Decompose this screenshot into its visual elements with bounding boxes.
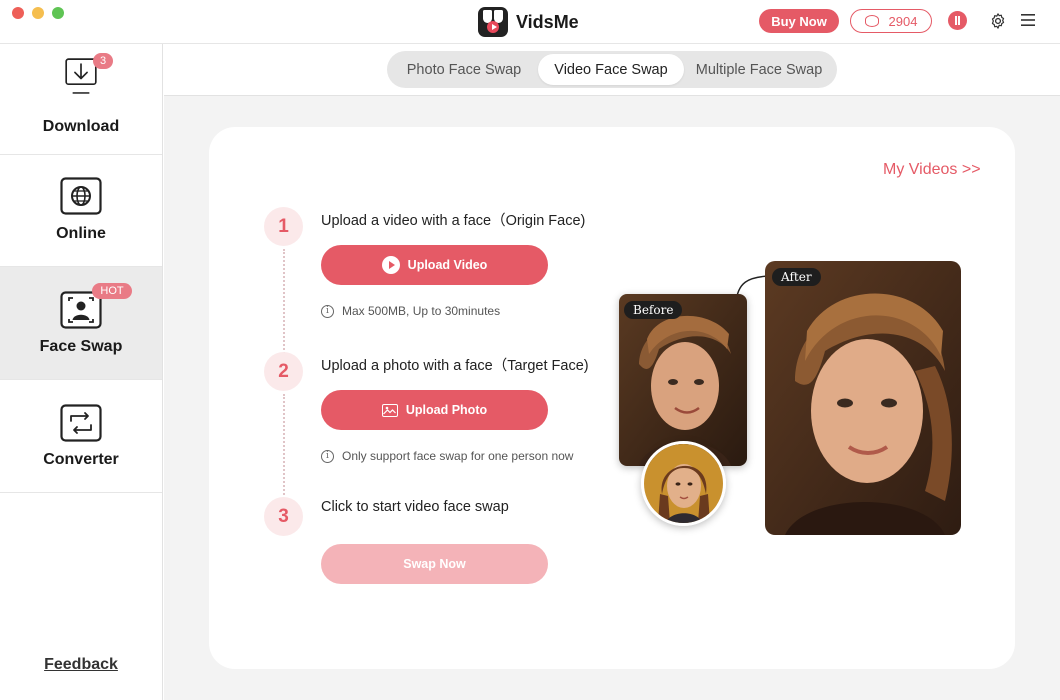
step-connector [283,394,285,495]
step-note: i Only support face swap for one person … [321,449,573,463]
buy-now-button[interactable]: Buy Now [759,9,839,33]
upload-photo-button[interactable]: Upload Photo [321,390,548,430]
face-swap-card: My Videos >> 1 Upload a video with a fac… [209,127,1015,669]
info-icon: i [321,449,334,463]
step-number: 3 [264,497,303,536]
step-title: Upload a video with a face（Origin Face) [321,213,586,229]
download-count-badge: 3 [93,53,113,69]
globe-icon [60,177,102,215]
sidebar-item-label: Converter [43,451,119,468]
note-text: Max 500MB, Up to 30minutes [342,304,501,318]
vidsme-logo-icon [478,7,508,37]
sidebar-item-label: Online [56,225,106,242]
app-brand: VidsMe [478,7,579,37]
note-text: Only support face swap for one person no… [342,449,574,463]
credits-count: 2904 [888,13,918,29]
after-label: After [772,268,821,286]
sidebar-item-converter[interactable]: Converter [0,380,162,493]
tab-video-face-swap[interactable]: Video Face Swap [538,54,684,85]
step-number: 2 [264,352,303,391]
step-note: i Max 500MB, Up to 30minutes [321,304,500,318]
credits-button[interactable]: 2904 [850,9,932,33]
menu-icon[interactable] [1021,14,1035,26]
play-icon [381,256,400,274]
step-title: Click to start video face swap [321,499,509,515]
my-videos-link[interactable]: My Videos >> [883,161,981,179]
coins-icon [864,15,879,27]
sidebar-item-face-swap[interactable]: HOT Face Swap [0,267,162,380]
upload-video-label: Upload Video [407,258,488,272]
before-label: Before [624,301,683,319]
window-close-button[interactable] [12,7,24,19]
sidebar: 3 Download Online HOT Face Swap Converte… [0,44,163,700]
after-example-image [765,261,961,535]
tab-header: Photo Face Swap Video Face Swap Multiple… [164,44,1060,96]
swap-now-button[interactable]: Swap Now [321,544,548,584]
hot-badge: HOT [92,283,132,299]
sidebar-item-online[interactable]: Online [0,155,162,267]
pause-icon[interactable] [948,11,967,30]
title-bar: VidsMe Buy Now 2904 [0,0,1060,44]
sidebar-item-download[interactable]: 3 Download [0,44,162,155]
main-content: Photo Face Swap Video Face Swap Multiple… [164,44,1060,700]
step-title: Upload a photo with a face（Target Face) [321,358,589,374]
convert-icon [60,404,102,442]
sidebar-item-label: Face Swap [39,338,123,355]
sidebar-item-label: Download [42,118,120,135]
tab-multiple-face-swap[interactable]: Multiple Face Swap [684,54,834,85]
mode-tabs: Photo Face Swap Video Face Swap Multiple… [387,51,837,88]
app-name: VidsMe [516,11,579,32]
gear-icon[interactable] [989,12,1007,30]
feedback-link[interactable]: Feedback [0,656,162,674]
info-icon: i [321,304,334,318]
target-face-image [641,441,726,526]
upload-video-button[interactable]: Upload Video [321,245,548,285]
image-icon [381,403,398,417]
step-number: 1 [264,207,303,246]
upload-photo-label: Upload Photo [405,403,488,417]
window-zoom-button[interactable] [52,7,64,19]
tab-photo-face-swap[interactable]: Photo Face Swap [390,54,538,85]
window-minimize-button[interactable] [32,7,44,19]
